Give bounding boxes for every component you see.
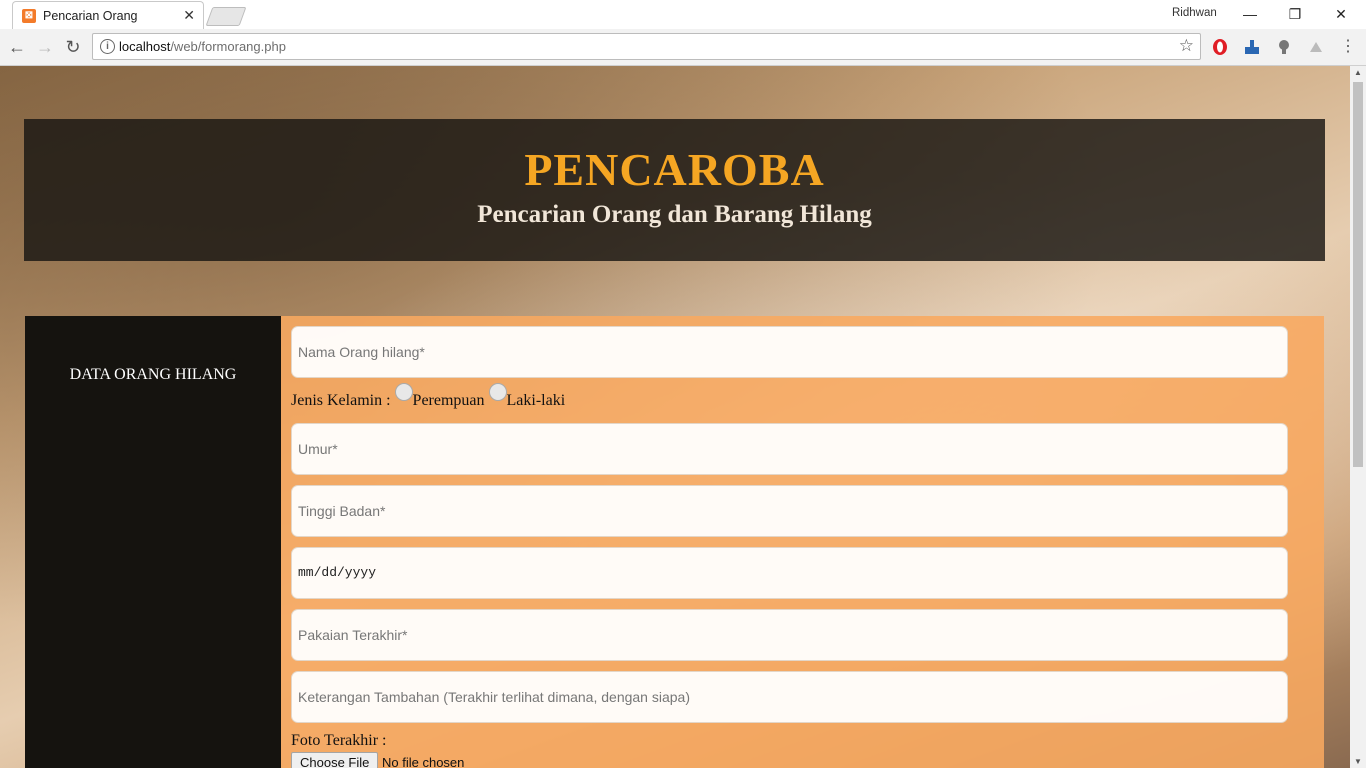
date-input[interactable]: mm/dd/yyyy [291,547,1288,599]
reload-icon[interactable]: ↻ [63,37,83,57]
name-input[interactable]: Nama Orang hilang* [291,326,1288,378]
minimize-icon[interactable]: — [1235,4,1265,24]
url-text: localhost/web/formorang.php [119,39,286,54]
xampp-favicon-icon: ⊠ [22,9,36,23]
bulb-extension-icon[interactable] [1275,38,1293,56]
radio-label-laki-laki: Laki-laki [506,392,566,409]
missing-person-form: Nama Orang hilang* Jenis Kelamin : Perem… [281,316,1324,768]
file-status: No file chosen [382,755,465,768]
sidebar: DATA ORANG HILANG [25,316,281,768]
age-input[interactable]: Umur* [291,423,1288,475]
sidebar-heading[interactable]: DATA ORANG HILANG [25,366,281,384]
scroll-up-icon[interactable]: ▲ [1354,68,1362,77]
radio-label-perempuan: Perempuan [412,392,485,409]
site-header: PENCAROBA Pencarian Orang dan Barang Hil… [24,119,1325,261]
forward-icon[interactable]: → [35,37,55,57]
new-tab-button[interactable] [205,7,247,26]
scroll-thumb[interactable] [1353,82,1363,467]
close-window-icon[interactable]: ✕ [1326,4,1356,24]
clothes-input[interactable]: Pakaian Terakhir* [291,609,1288,661]
height-input[interactable]: Tinggi Badan* [291,485,1288,537]
scroll-down-icon[interactable]: ▼ [1354,757,1362,766]
opera-extension-icon[interactable] [1211,38,1229,56]
choose-file-button[interactable]: Choose File [291,752,379,768]
address-bar[interactable]: i localhost/web/formorang.php ☆ [92,33,1201,60]
close-tab-icon[interactable]: ✕ [183,7,195,24]
file-picker: Choose File No file chosen [291,752,464,768]
bookmark-star-icon[interactable]: ☆ [1179,36,1194,56]
radio-laki-laki[interactable] [488,383,507,401]
profile-name[interactable]: Ridhwan [1172,7,1217,19]
info-icon[interactable]: i [100,39,115,54]
radio-perempuan[interactable] [394,383,413,401]
gender-group: Jenis Kelamin : Perempuan Laki-laki [291,383,566,410]
browser-tab[interactable]: ⊠ Pencarian Orang ✕ [12,1,204,29]
restore-icon[interactable]: ❐ [1280,4,1310,24]
photo-label: Foto Terakhir : [291,732,387,749]
notes-input[interactable]: Keterangan Tambahan (Terakhir terlihat d… [291,671,1288,723]
cloud-extension-icon[interactable] [1307,38,1325,56]
main-content: DATA ORANG HILANG Nama Orang hilang* Jen… [25,316,1324,768]
back-icon[interactable]: ← [7,37,27,57]
browser-toolbar: ← → ↻ i localhost/web/formorang.php ☆ ⋮ [0,29,1366,66]
page-scrollbar[interactable]: ▲ ▼ [1350,66,1366,768]
tab-strip: ⊠ Pencarian Orang ✕ Ridhwan — ❐ ✕ [0,0,1366,29]
download-extension-icon[interactable] [1243,38,1261,56]
site-subtitle: Pencarian Orang dan Barang Hilang [477,201,872,228]
site-title: PENCAROBA [524,144,825,195]
gender-label: Jenis Kelamin : [291,392,391,409]
page-viewport: PENCAROBA Pencarian Orang dan Barang Hil… [0,66,1350,768]
tab-title: Pencarian Orang [43,9,138,23]
menu-icon[interactable]: ⋮ [1338,37,1358,57]
